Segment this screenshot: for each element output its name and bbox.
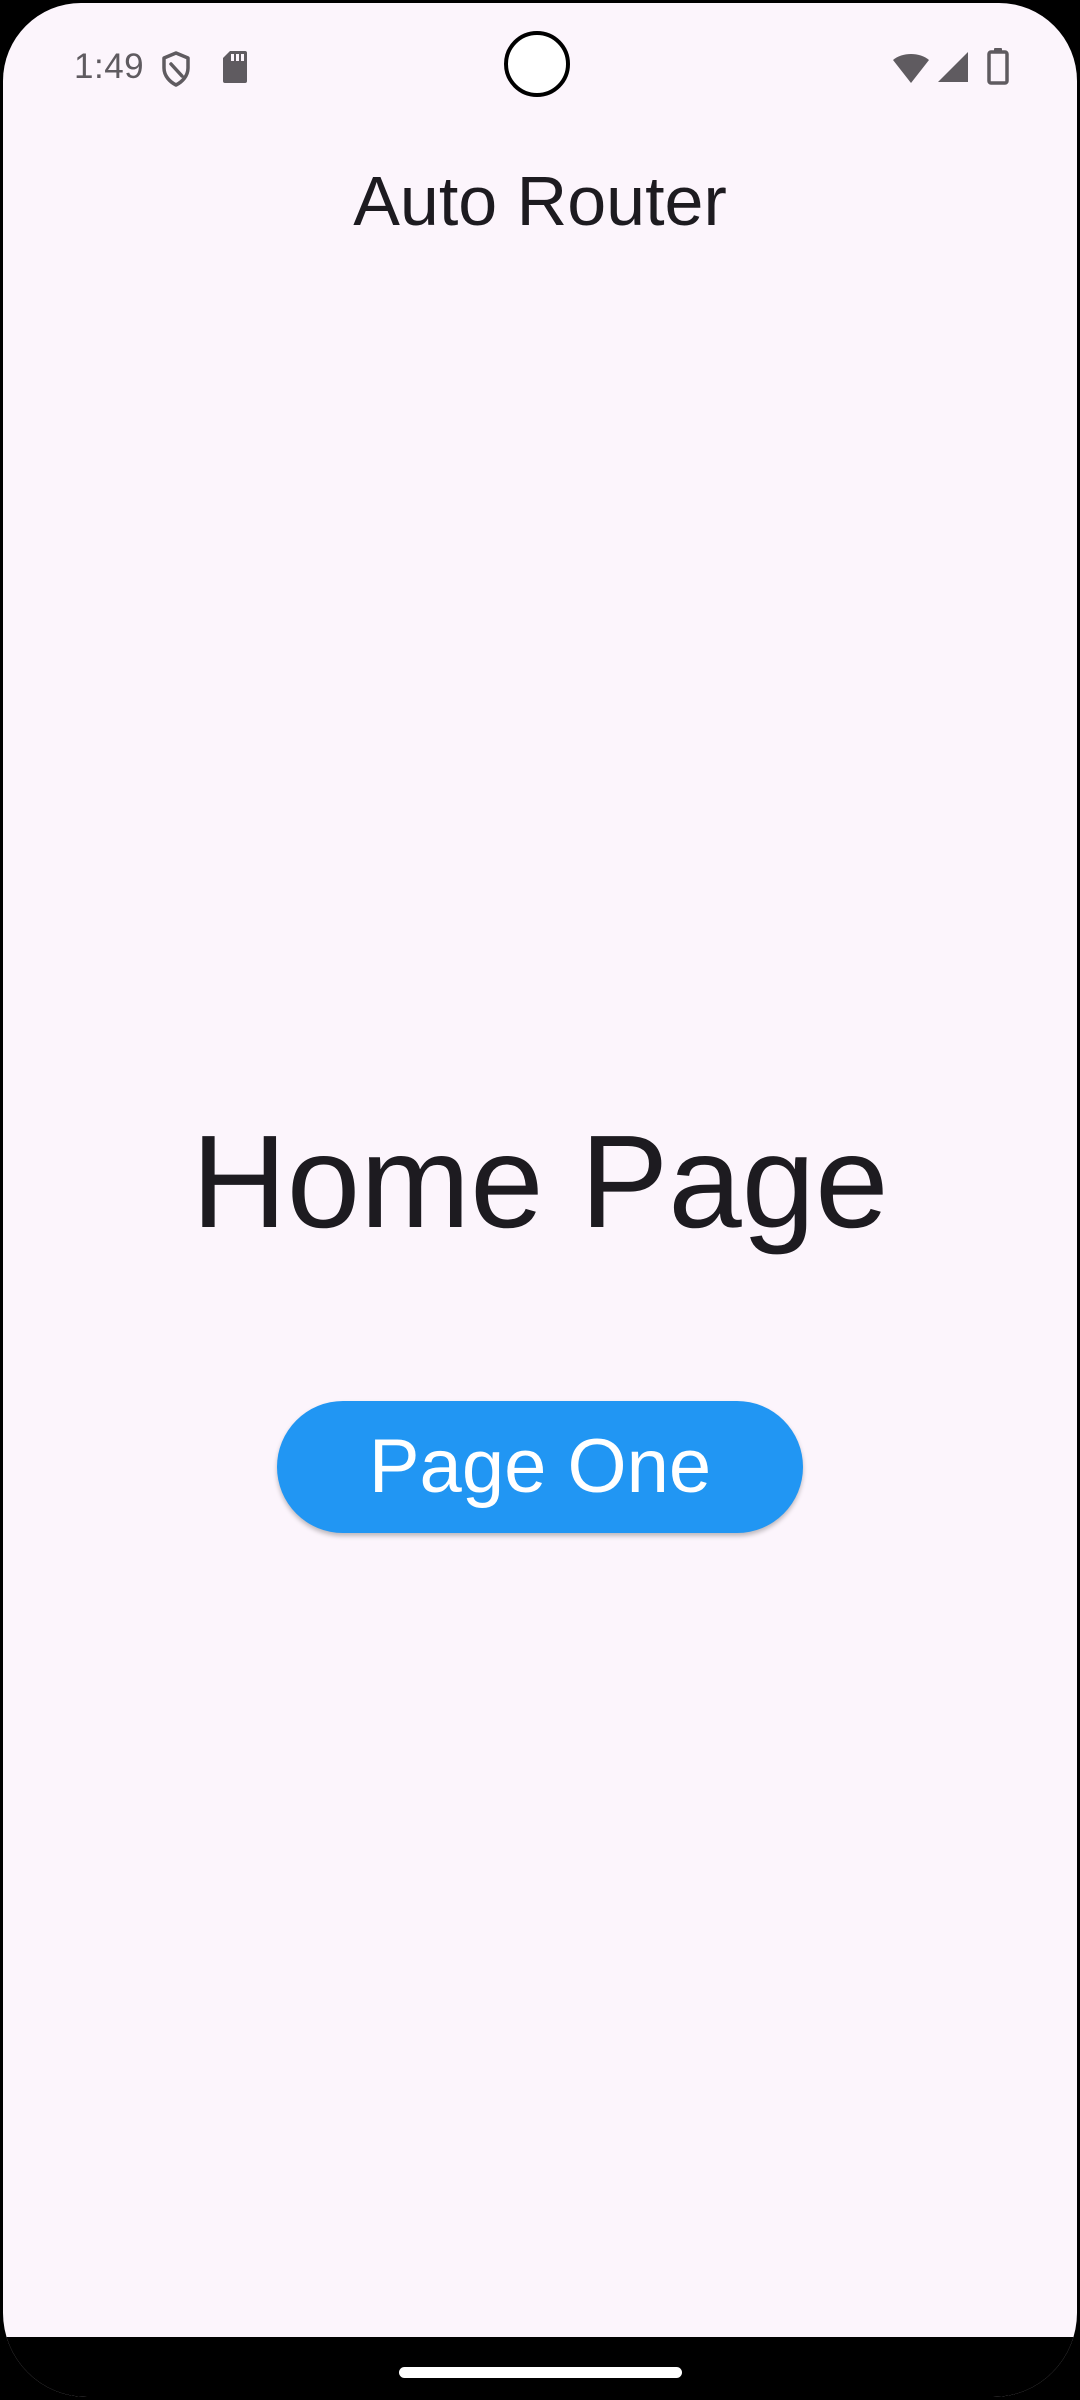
status-bar: 1:49: [3, 3, 1077, 135]
wifi-icon: [893, 54, 929, 83]
cell-signal-icon: [938, 52, 968, 82]
page-heading: Home Page: [191, 1108, 889, 1255]
battery-icon: [987, 48, 1009, 85]
shield-icon: [162, 51, 190, 87]
sd-card-icon: [223, 51, 247, 83]
device-frame: 1:49 Auto Router Home Page Page One: [0, 0, 1080, 2400]
app-bar-title: Auto Router: [353, 162, 727, 240]
home-gesture-handle[interactable]: [399, 2367, 682, 2378]
page-one-button[interactable]: Page One: [277, 1401, 803, 1533]
screen: 1:49 Auto Router Home Page Page One: [3, 3, 1077, 2397]
status-time: 1:49: [74, 47, 145, 86]
front-camera: [504, 31, 570, 97]
